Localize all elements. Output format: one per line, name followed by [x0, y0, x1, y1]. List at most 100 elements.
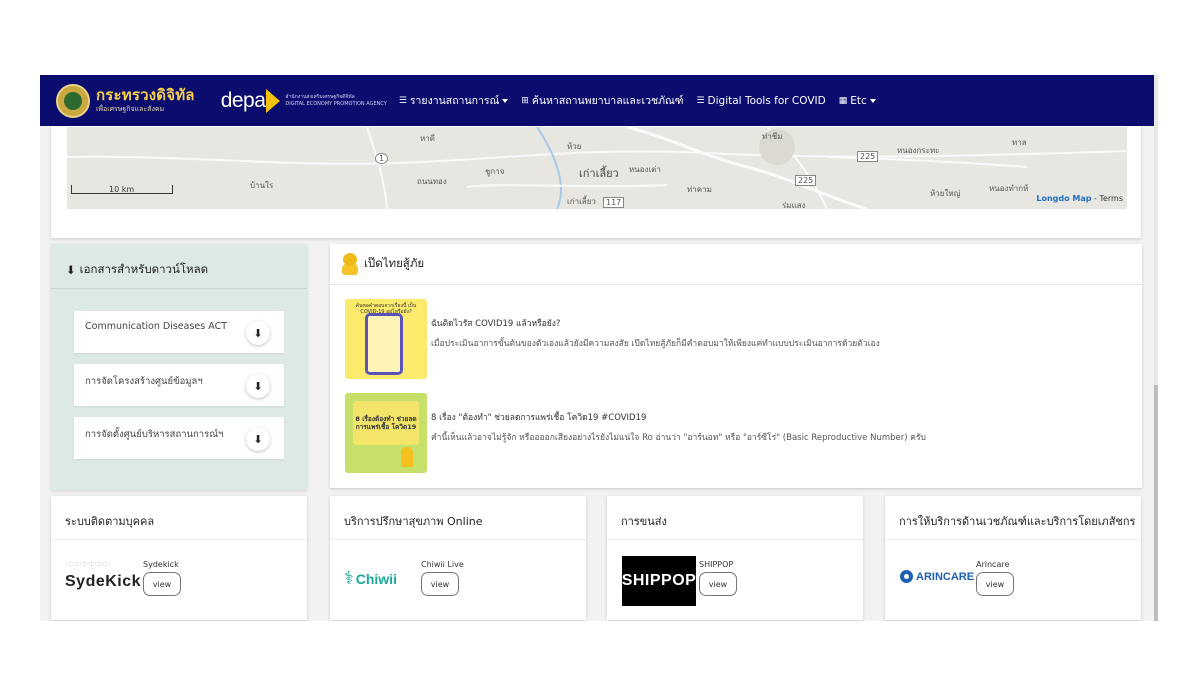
map-label: ท่าคาม — [687, 185, 712, 194]
browser-viewport: กระทรวงดิจิทัล เพื่อเศรษฐกิจและสังคม dep… — [40, 75, 1158, 621]
map-label: หนองเต่า — [629, 165, 661, 174]
download-icon: ⬇ — [253, 326, 263, 340]
divider — [885, 539, 1141, 540]
map-attribution[interactable]: Longdo Map - Terms — [1036, 194, 1123, 203]
map-canvas[interactable]: หาดี ห้วย ท่าชีม หนองกระทะ ทาล บ้านใร ถน… — [67, 127, 1127, 209]
divider — [330, 539, 586, 540]
map-label: ทาล — [1012, 138, 1027, 147]
download-item-label: การจัดโครงสร้างศูนย์ข้อมูลฯ — [85, 376, 203, 387]
download-button[interactable]: ⬇ — [246, 374, 270, 398]
download-item[interactable]: Communication Diseases ACT ⬇ — [74, 311, 284, 353]
nav-etc[interactable]: ▦ Etc — [839, 95, 876, 107]
depa-subline-en: DIGITAL ECONOMY PROMOTION AGENCY — [285, 100, 387, 107]
road-marker: 117 — [603, 197, 625, 208]
download-button[interactable]: ⬇ — [246, 321, 270, 345]
divider — [51, 288, 307, 289]
grid-icon: ▦ — [838, 95, 848, 106]
chiwii-wordmark: Chiwii — [355, 570, 397, 587]
download-item-label: Communication Diseases ACT — [85, 321, 227, 332]
nav-digital-tools[interactable]: ☰ Digital Tools for COVID — [696, 95, 825, 107]
map-label: ห้วย — [567, 142, 582, 151]
top-navbar: กระทรวงดิจิทัล เพื่อเศรษฐกิจและสังคม dep… — [40, 75, 1154, 126]
shippop-logo[interactable]: SHIPPOP — [622, 556, 696, 606]
map-scale-label: 10 km — [109, 185, 135, 194]
view-button[interactable]: view — [699, 572, 737, 596]
download-item[interactable]: การจัดโครงสร้างศูนย์ข้อมูลฯ ⬇ — [74, 364, 284, 406]
map-label: เก่าเลี้ยว — [567, 197, 596, 206]
map-attribution-brand: Longdo Map — [1036, 194, 1092, 203]
service-card-shipping: การขนส่ง SHIPPOP SHIPPOP view — [607, 496, 863, 620]
ministry-logo[interactable]: กระทรวงดิจิทัล เพื่อเศรษฐกิจและสังคม — [56, 75, 195, 126]
article-description: คำนี้เห็นแล้วอาจไม่รู้จัก หรืออออกเสียงอ… — [431, 433, 926, 443]
article-item[interactable]: 8 เรื่องต้องทำ ช่วยลดการแพร่เชื้อ โควิด1… — [345, 393, 926, 473]
map-label: ร่มแสง — [782, 201, 806, 209]
divider — [330, 284, 1142, 285]
map-label: ท่าชีม — [762, 132, 783, 141]
ministry-seal-icon — [56, 83, 90, 118]
map-card: หาดี ห้วย ท่าชีม หนองกระทะ ทาล บ้านใร ถน… — [51, 126, 1141, 238]
map-label: หนองกระทะ — [897, 146, 940, 155]
service-name: Sydekick — [143, 560, 179, 569]
service-card-title: บริการปรึกษาสุขภาพ Online — [344, 515, 483, 528]
view-button[interactable]: view — [421, 572, 459, 596]
nav-link-label: ค้นหาสถานพยาบาลและเวชภัณฑ์ — [531, 95, 684, 107]
download-button[interactable]: ⬇ — [246, 427, 270, 451]
divider — [607, 539, 863, 540]
service-card-tracking: ระบบติดตามบุคคล ·:·:·:·:·:·:· SydeKick S… — [51, 496, 307, 620]
depa-arrow-icon — [266, 88, 281, 113]
map-label: ชูกาจ — [485, 167, 505, 176]
article-thumbnail[interactable]: ค้นหอคำตอบจากเรื่องนี้ เป็น COVID-19 อยู… — [345, 299, 427, 379]
article-title[interactable]: 8 เรื่อง "ต้องทำ" ช่วยลดการแพร่เชื้อ โคว… — [431, 410, 926, 424]
article-title[interactable]: ฉันติดไวรัส COVID19 แล้วหรือยัง? — [431, 316, 880, 330]
nav-link-label: รายงานสถานการณ์ — [409, 95, 500, 107]
stethoscope-icon: ⚕ — [344, 568, 354, 589]
depa-wordmark: depa — [220, 88, 266, 112]
arincare-wordmark: ARINCARE — [916, 570, 975, 583]
plus-square-icon: ⊞ — [521, 95, 529, 106]
mascot-icon — [340, 253, 360, 275]
map-terms-link[interactable]: - Terms — [1094, 194, 1123, 203]
article-item[interactable]: ค้นหอคำตอบจากเรื่องนี้ เป็น COVID-19 อยู… — [345, 299, 880, 379]
downloads-title: เอกสารสำหรับดาวน์โหลด — [79, 262, 209, 276]
nav-link-label: Etc — [850, 94, 867, 107]
road-marker: 225 — [795, 175, 817, 186]
nav-situation-report[interactable]: ☰ รายงานสถานการณ์ — [398, 92, 509, 109]
map-label: บ้านใร — [250, 181, 274, 190]
downloads-card: ⬇ เอกสารสำหรับดาวน์โหลด Communication Di… — [51, 244, 307, 490]
mascot-icon — [401, 447, 413, 467]
service-name: Chiwii Live — [421, 560, 464, 569]
ped-thai-title: เป๊ดไทยสู้ภัย — [364, 256, 425, 270]
download-icon: ⬇ — [66, 263, 76, 277]
downloads-header: ⬇ เอกสารสำหรับดาวน์โหลด — [66, 261, 208, 279]
download-icon: ⬇ — [253, 379, 263, 393]
scrollbar-thumb[interactable] — [1154, 385, 1158, 621]
sydekick-dots-icon: ·:·:·:·:·:·:· — [65, 559, 112, 568]
article-description: เมื่อประเมินอาการขั้นต้นของตัวเองแล้วยัง… — [431, 339, 880, 349]
service-card-title: ระบบติดตามบุคคล — [65, 515, 155, 528]
sydekick-logo[interactable]: ·:·:·:·:·:·:· SydeKick — [65, 560, 141, 598]
view-button[interactable]: view — [976, 572, 1014, 596]
phone-icon — [365, 313, 403, 375]
nav-find-hospital[interactable]: ⊞ ค้นหาสถานพยาบาลและเวชภัณฑ์ — [521, 92, 683, 109]
chevron-down-icon — [869, 98, 876, 103]
ped-thai-header: เป๊ดไทยสู้ภัย — [340, 253, 424, 275]
map-label: หาดี — [420, 134, 435, 143]
arincare-logo[interactable]: ARINCARE — [900, 570, 974, 583]
download-item[interactable]: การจัดตั้งศูนย์บริหารสถานการณ์ฯ ⬇ — [74, 417, 284, 459]
road-marker: 1 — [375, 153, 389, 164]
sydekick-wordmark: SydeKick — [65, 573, 142, 590]
thumbnail-text: 8 เรื่องต้องทำ ช่วยลดการแพร่เชื้อ โควิด1… — [353, 401, 419, 445]
download-icon: ⬇ — [253, 432, 263, 446]
map-label: ถนนทอง — [417, 177, 447, 186]
article-thumbnail[interactable]: 8 เรื่องต้องทำ ช่วยลดการแพร่เชื้อ โควิด1… — [345, 393, 427, 473]
map-label: หนองทำกห้ — [989, 184, 1029, 193]
view-button[interactable]: view — [143, 572, 181, 596]
service-card-title: การขนส่ง — [621, 515, 667, 528]
list-icon: ☰ — [398, 95, 407, 106]
ministry-subtitle: เพื่อเศรษฐกิจและสังคม — [96, 105, 165, 113]
chiwii-logo[interactable]: ⚕ Chiwii — [344, 568, 397, 589]
road-marker: 225 — [857, 151, 879, 162]
nav-links: ☰ รายงานสถานการณ์ ⊞ ค้นหาสถานพยาบาลและเว… — [399, 92, 889, 109]
depa-logo[interactable]: depa สำนักงานส่งเสริมเศรษฐกิจดิจิทัล DIG… — [220, 88, 387, 113]
service-name: SHIPPOP — [699, 560, 734, 569]
